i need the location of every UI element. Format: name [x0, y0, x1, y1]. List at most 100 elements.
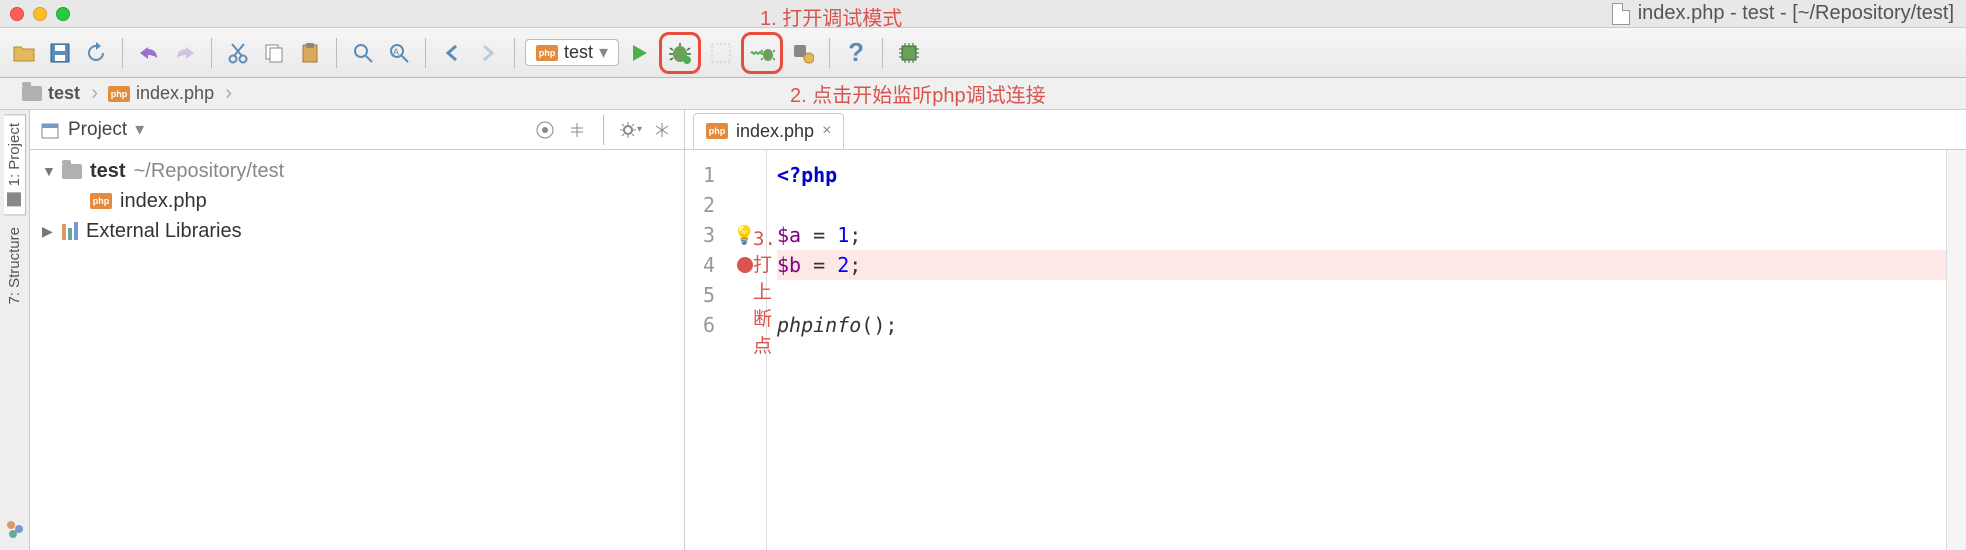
editor-body[interactable]: 1 2 3 4 5 6 💡 3. 打上断点 <?php $a = 1; $b =… [685, 150, 1966, 550]
minimize-window-button[interactable] [33, 7, 47, 21]
annotation-highlight-1 [659, 32, 701, 74]
rail-bottom-icon[interactable] [5, 519, 25, 544]
php-icon: php [108, 86, 130, 102]
annotation-2: 2. 点击开始监听php调试连接 [790, 79, 1046, 108]
copy-button[interactable] [258, 37, 290, 69]
code-area[interactable]: <?php $a = 1; $b = 2; phpinfo(); [767, 150, 1946, 550]
main-toolbar: A php test ▾ ? [0, 28, 1966, 78]
undo-button[interactable] [133, 37, 165, 69]
forward-button[interactable] [472, 37, 504, 69]
code-token: ; [849, 223, 861, 247]
editor-tab-index[interactable]: php index.php × [693, 113, 844, 149]
editor-tab-label: index.php [736, 121, 814, 142]
redo-button[interactable] [169, 37, 201, 69]
window-controls [10, 7, 70, 21]
php-icon: php [706, 123, 728, 139]
close-tab-button[interactable]: × [822, 122, 831, 140]
code-token: 1 [837, 223, 849, 247]
expand-arrow-icon[interactable]: ▼ [42, 163, 54, 179]
separator [603, 115, 604, 145]
separator [882, 38, 883, 68]
svg-text:A: A [393, 47, 399, 57]
annotation-1: 1. 打开调试模式 [760, 2, 902, 31]
maximize-window-button[interactable] [56, 7, 70, 21]
separator [829, 38, 830, 68]
editor-right-gutter [1946, 150, 1966, 550]
tree-root[interactable]: ▼ test ~/Repository/test [30, 156, 684, 186]
run-button[interactable] [623, 37, 655, 69]
code-token: ; [849, 253, 861, 277]
annotation-3: 3. 打上断点 [753, 278, 776, 308]
project-panel-title: Project [68, 119, 127, 141]
line-number-gutter: 1 2 3 4 5 6 [685, 150, 723, 550]
run-configuration-dropdown[interactable]: php test ▾ [525, 39, 619, 66]
document-icon [1612, 3, 1630, 25]
line-number: 3 [685, 220, 723, 250]
collapse-all-button[interactable] [565, 118, 589, 142]
debug-button[interactable] [664, 37, 696, 69]
breadcrumb-root-label: test [48, 83, 80, 104]
line-number: 2 [685, 190, 723, 220]
stop-button[interactable] [787, 37, 819, 69]
paste-button[interactable] [294, 37, 326, 69]
tree-root-name: test [90, 160, 126, 183]
run-config-label: test [564, 42, 593, 63]
code-token: <?php [777, 163, 837, 187]
save-button[interactable] [44, 37, 76, 69]
left-tool-rail: 1: Project 7: Structure [0, 110, 30, 550]
editor-tabs: php index.php × [685, 110, 1966, 150]
code-token: = [801, 253, 837, 277]
folder-icon [22, 86, 42, 101]
breadcrumb-bar: test php index.php 2. 点击开始监听php调试连接 [0, 78, 1966, 110]
separator [122, 38, 123, 68]
breadcrumb-item-file[interactable]: php index.php [94, 78, 228, 109]
close-window-button[interactable] [10, 7, 24, 21]
tree-external-libraries[interactable]: ▶ External Libraries [30, 216, 684, 246]
project-header-icon [40, 120, 60, 140]
breadcrumb-item-root[interactable]: test [8, 78, 94, 109]
rail-tab-project[interactable]: 1: Project [4, 114, 26, 215]
project-panel-header: Project ▾ ▾ [30, 110, 684, 150]
chevron-down-icon[interactable]: ▾ [135, 119, 144, 140]
tree-file-index[interactable]: php index.php [30, 186, 684, 216]
settings-button[interactable]: ▾ [618, 118, 642, 142]
annotation-highlight-2 [741, 32, 783, 74]
hide-panel-button[interactable] [650, 118, 674, 142]
breadcrumb-file-label: index.php [136, 83, 214, 104]
open-button[interactable] [8, 37, 40, 69]
code-token: = [801, 223, 837, 247]
listen-debug-button[interactable] [746, 37, 778, 69]
find-button[interactable] [347, 37, 379, 69]
tree-root-path: ~/Repository/test [134, 160, 285, 183]
cpu-icon[interactable] [893, 37, 925, 69]
line-number: 1 [685, 160, 723, 190]
rail-tab-structure[interactable]: 7: Structure [4, 219, 25, 313]
separator [514, 38, 515, 68]
replace-button[interactable]: A [383, 37, 415, 69]
php-icon: php [90, 193, 112, 209]
project-tree: ▼ test ~/Repository/test php index.php ▶… [30, 150, 684, 252]
project-rail-icon [7, 192, 21, 206]
refresh-button[interactable] [80, 37, 112, 69]
separator [425, 38, 426, 68]
breakpoint-icon[interactable] [737, 257, 753, 273]
php-icon: php [536, 45, 558, 61]
chevron-down-icon: ▾ [599, 42, 608, 63]
window-title: index.php - test - [~/Repository/test] [1612, 2, 1954, 25]
help-button[interactable]: ? [840, 37, 872, 69]
folder-icon [62, 164, 82, 179]
library-icon [62, 222, 78, 240]
window-title-text: index.php - test - [~/Repository/test] [1638, 2, 1954, 25]
marker-gutter[interactable]: 💡 3. 打上断点 [723, 150, 767, 550]
scroll-to-source-button[interactable] [533, 118, 557, 142]
tree-file-name: index.php [120, 190, 207, 213]
back-button[interactable] [436, 37, 468, 69]
coverage-button[interactable] [705, 37, 737, 69]
code-token: (); [861, 313, 897, 337]
cut-button[interactable] [222, 37, 254, 69]
separator [211, 38, 212, 68]
title-bar: 1. 打开调试模式 index.php - test - [~/Reposito… [0, 0, 1966, 28]
line-number: 5 [685, 280, 723, 310]
code-token: 2 [837, 253, 849, 277]
expand-arrow-icon[interactable]: ▶ [42, 223, 54, 240]
